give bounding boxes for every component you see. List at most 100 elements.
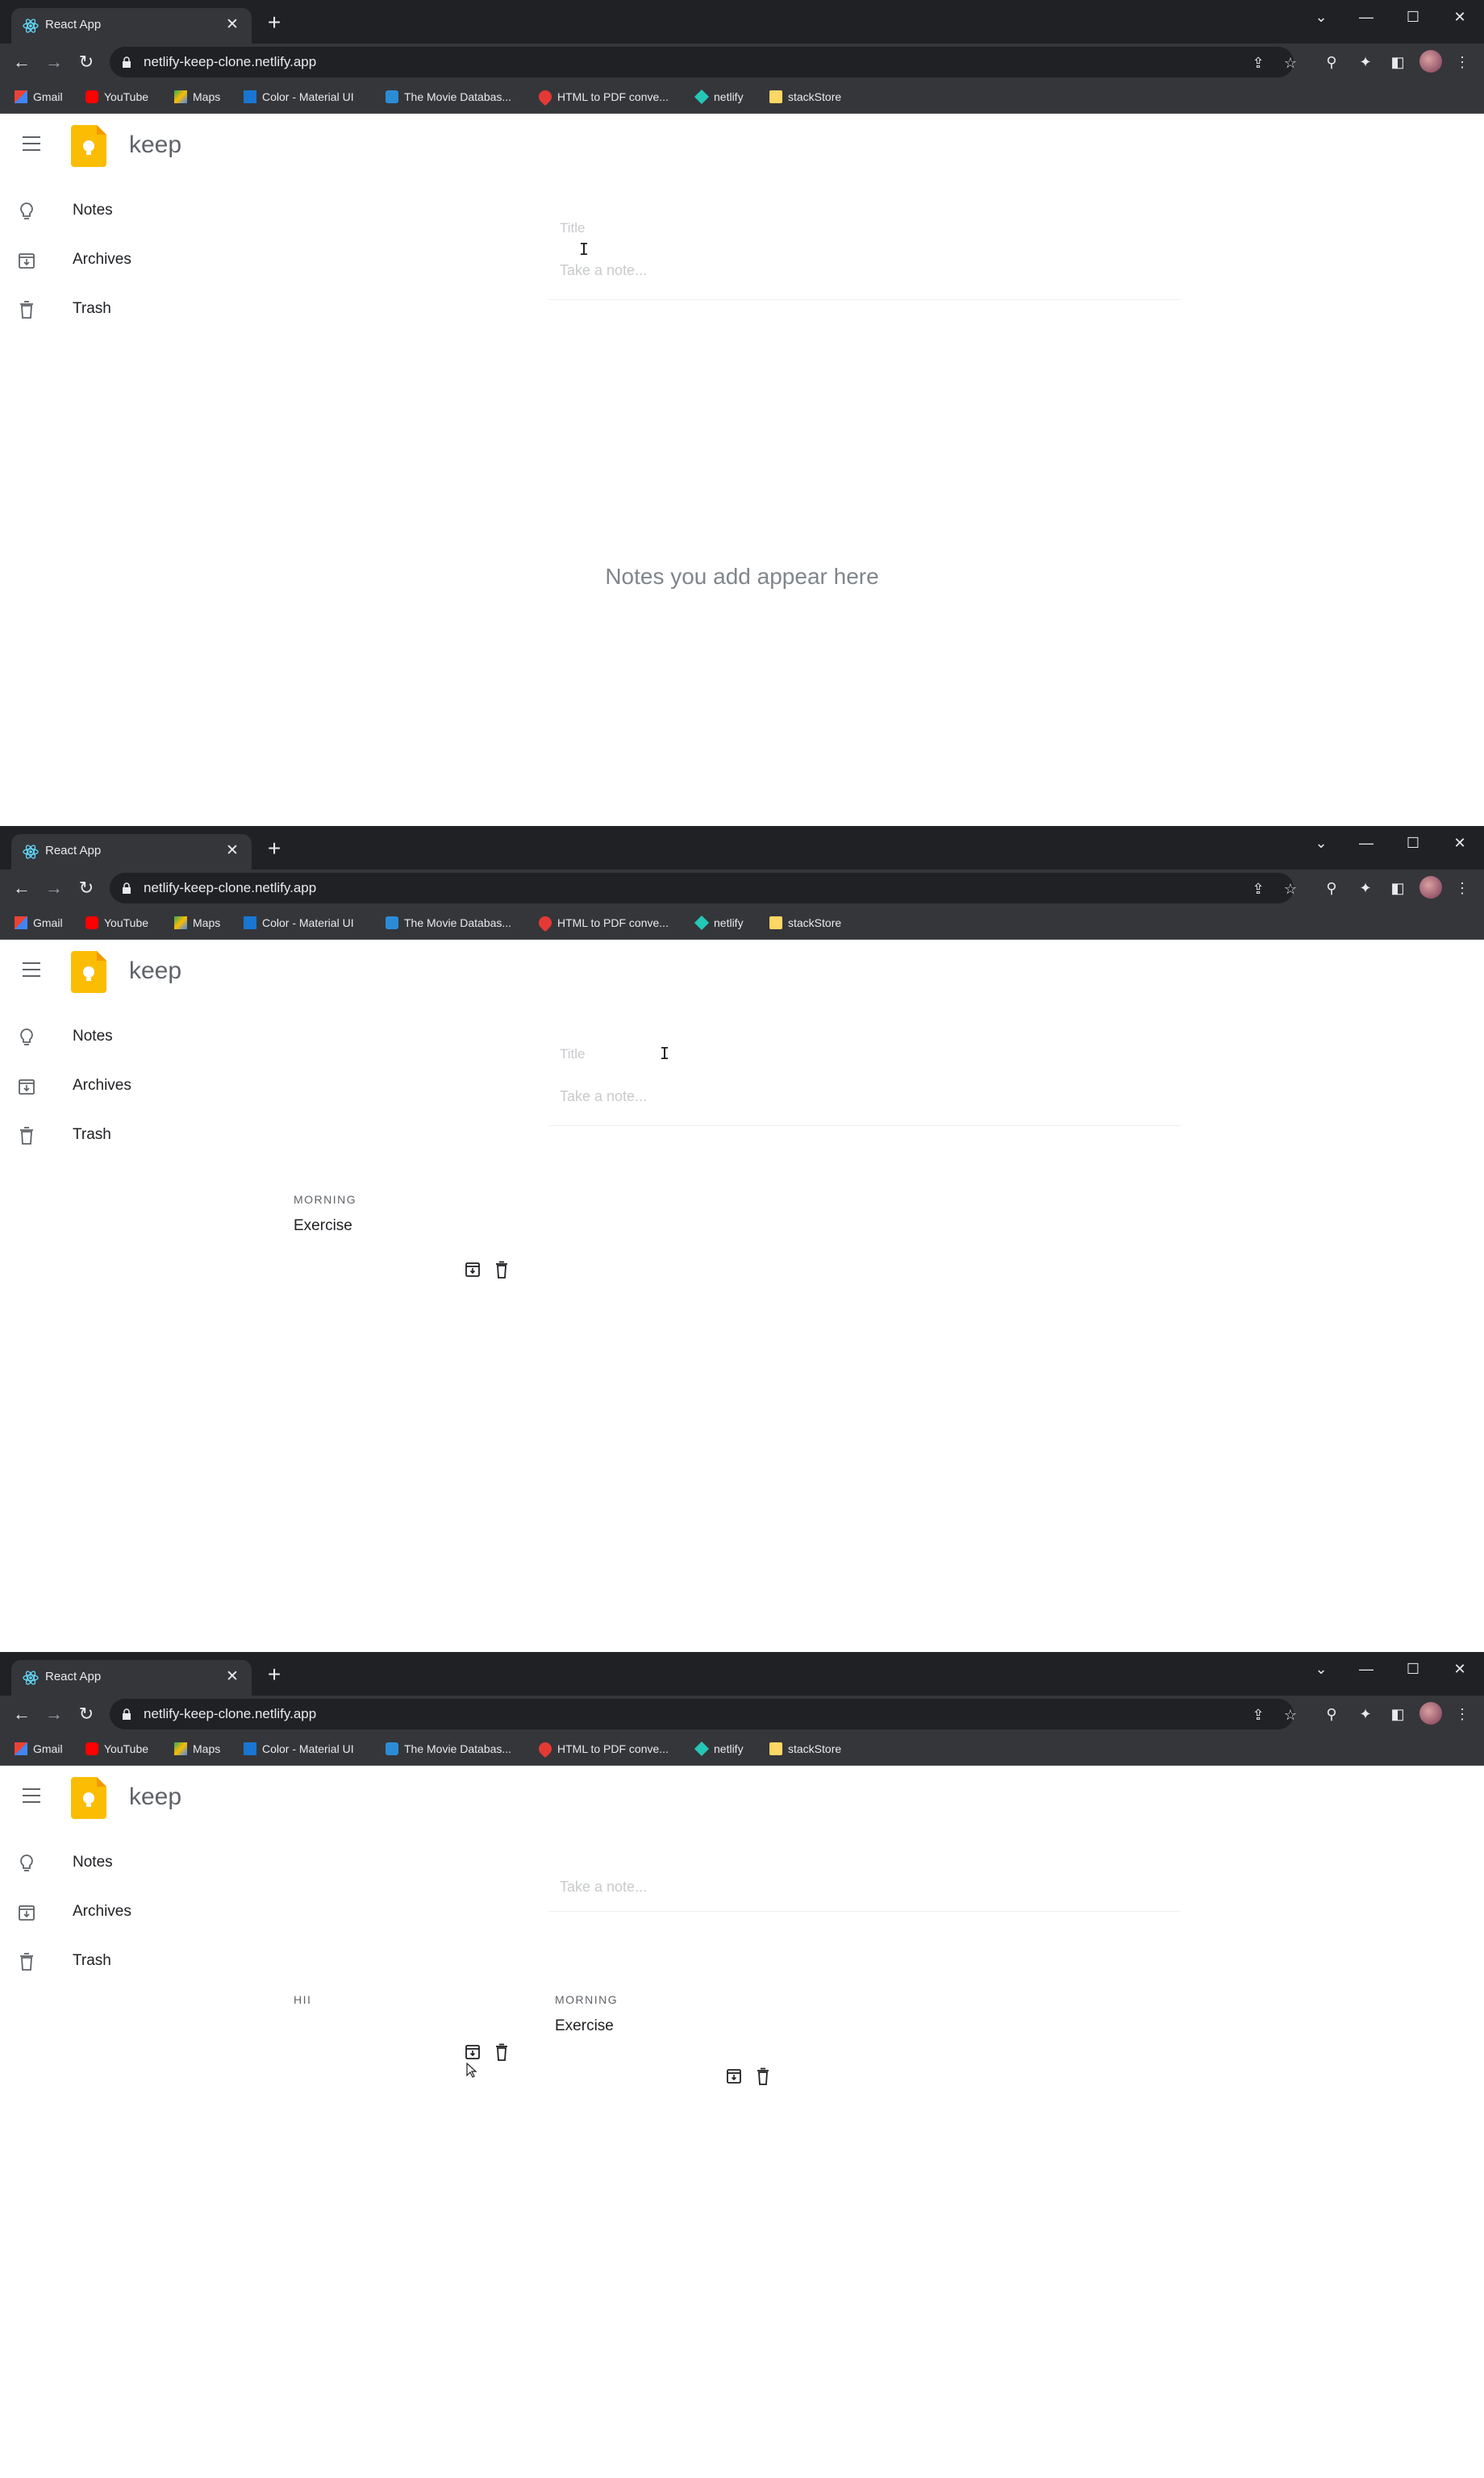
menu-kebab-icon[interactable]: ⋮ [1452,1704,1473,1725]
close-window-icon[interactable]: ✕ [1442,1657,1478,1681]
menu-icon[interactable] [23,136,40,151]
zoom-icon[interactable]: ⚲ [1321,1704,1342,1725]
forward-icon[interactable]: → [42,50,66,74]
browser-tab[interactable]: React App ✕ [11,834,252,870]
bookmark-star-icon[interactable]: ☆ [1281,879,1300,899]
reload-icon[interactable]: ↻ [74,50,98,74]
archive-icon[interactable] [465,1261,481,1279]
bookmark-star-icon[interactable]: ☆ [1281,53,1300,73]
nav-trash[interactable]: Trash [0,286,242,332]
share-icon[interactable]: ⇪ [1248,53,1268,73]
reload-icon[interactable]: ↻ [74,1702,98,1726]
side-panel-icon[interactable]: ◧ [1387,878,1408,899]
bookmark-youtube[interactable]: YouTube [85,915,148,931]
menu-icon[interactable] [23,1788,40,1803]
bookmark-material-ui[interactable]: Color - Material UI [244,915,354,931]
bookmark-tmdb[interactable]: The Movie Databas... [386,1741,511,1757]
tab-search-icon[interactable]: ⌄ [1303,831,1339,855]
note-composer[interactable]: Take a note... [548,1846,1181,1912]
extensions-icon[interactable]: ✦ [1355,1704,1376,1725]
minimize-icon[interactable]: — [1349,1657,1384,1681]
note-card[interactable]: MORNING Exercise [289,1193,531,1306]
nav-archives[interactable]: Archives [0,237,242,282]
bookmark-maps[interactable]: Maps [174,89,220,105]
maximize-icon[interactable]: ☐ [1395,5,1431,29]
minimize-icon[interactable]: — [1349,5,1384,29]
trash-icon[interactable] [755,2067,771,2085]
share-icon[interactable]: ⇪ [1248,1705,1268,1725]
bookmark-html-to-pdf[interactable]: HTML to PDF conve... [536,913,669,932]
nav-notes[interactable]: Notes [0,1014,242,1059]
menu-kebab-icon[interactable]: ⋮ [1452,52,1473,73]
bookmark-stackstore[interactable]: stackStore [769,915,841,931]
browser-tab[interactable]: React App ✕ [11,8,252,44]
bookmark-stackstore[interactable]: stackStore [769,89,841,105]
close-tab-icon[interactable]: ✕ [223,1667,242,1687]
close-tab-icon[interactable]: ✕ [223,841,242,861]
new-tab-icon[interactable]: + [263,837,286,860]
bookmark-netlify[interactable]: netlify [694,89,744,105]
back-icon[interactable]: ← [10,50,34,74]
tab-search-icon[interactable]: ⌄ [1303,5,1339,29]
bookmark-tmdb[interactable]: The Movie Databas... [386,89,511,105]
nav-archives[interactable]: Archives [0,1889,242,1934]
new-tab-icon[interactable]: + [263,11,286,34]
bookmark-stackstore[interactable]: stackStore [769,1741,841,1757]
note-card[interactable]: MORNING Exercise [550,1993,792,2106]
note-composer[interactable]: Title Take a note... [548,1020,1181,1126]
note-card[interactable]: HII [289,1993,531,2106]
nav-trash[interactable]: Trash [0,1112,242,1158]
address-bar[interactable]: netlify-keep-clone.netlify.app ⇪ ☆ [110,873,1297,903]
address-bar[interactable]: netlify-keep-clone.netlify.app ⇪ ☆ [110,47,1297,77]
trash-icon[interactable] [494,2043,510,2061]
close-tab-icon[interactable]: ✕ [223,15,242,35]
bookmark-gmail[interactable]: Gmail [15,89,63,105]
maximize-icon[interactable]: ☐ [1395,1657,1431,1681]
extensions-icon[interactable]: ✦ [1355,878,1376,899]
back-icon[interactable]: ← [10,1702,34,1726]
note-composer[interactable]: Title Take a note... [548,194,1181,300]
note-input[interactable]: Take a note... [560,1879,647,1896]
back-icon[interactable]: ← [10,876,34,900]
nav-archives[interactable]: Archives [0,1063,242,1108]
bookmark-maps[interactable]: Maps [174,915,220,931]
menu-kebab-icon[interactable]: ⋮ [1452,878,1473,899]
title-input[interactable]: Title [560,1046,586,1062]
title-input[interactable]: Title [560,220,586,236]
forward-icon[interactable]: → [42,876,66,900]
bookmark-star-icon[interactable]: ☆ [1281,1705,1300,1725]
side-panel-icon[interactable]: ◧ [1387,1704,1408,1725]
bookmark-netlify[interactable]: netlify [694,1741,744,1757]
share-icon[interactable]: ⇪ [1248,879,1268,899]
zoom-icon[interactable]: ⚲ [1321,878,1342,899]
extensions-icon[interactable]: ✦ [1355,52,1376,73]
profile-avatar[interactable] [1419,876,1442,899]
archive-icon[interactable] [465,2043,481,2061]
bookmark-gmail[interactable]: Gmail [15,1741,63,1757]
close-window-icon[interactable]: ✕ [1442,831,1478,855]
maximize-icon[interactable]: ☐ [1395,831,1431,855]
profile-avatar[interactable] [1419,1702,1442,1725]
close-window-icon[interactable]: ✕ [1442,5,1478,29]
menu-icon[interactable] [23,962,40,977]
bookmark-tmdb[interactable]: The Movie Databas... [386,915,511,931]
bookmark-netlify[interactable]: netlify [694,915,744,931]
side-panel-icon[interactable]: ◧ [1387,52,1408,73]
archive-icon[interactable] [726,2067,742,2085]
bookmark-material-ui[interactable]: Color - Material UI [244,1741,354,1757]
reload-icon[interactable]: ↻ [74,876,98,900]
profile-avatar[interactable] [1419,50,1442,73]
note-input[interactable]: Take a note... [560,1088,647,1105]
trash-icon[interactable] [494,1261,510,1279]
zoom-icon[interactable]: ⚲ [1321,52,1342,73]
bookmark-youtube[interactable]: YouTube [85,1741,148,1757]
nav-notes[interactable]: Notes [0,188,242,233]
bookmark-material-ui[interactable]: Color - Material UI [244,89,354,105]
bookmark-gmail[interactable]: Gmail [15,915,63,931]
browser-tab[interactable]: React App ✕ [11,1660,252,1696]
minimize-icon[interactable]: — [1349,831,1384,855]
forward-icon[interactable]: → [42,1702,66,1726]
nav-notes[interactable]: Notes [0,1840,242,1885]
tab-search-icon[interactable]: ⌄ [1303,1657,1339,1681]
bookmark-maps[interactable]: Maps [174,1741,220,1757]
